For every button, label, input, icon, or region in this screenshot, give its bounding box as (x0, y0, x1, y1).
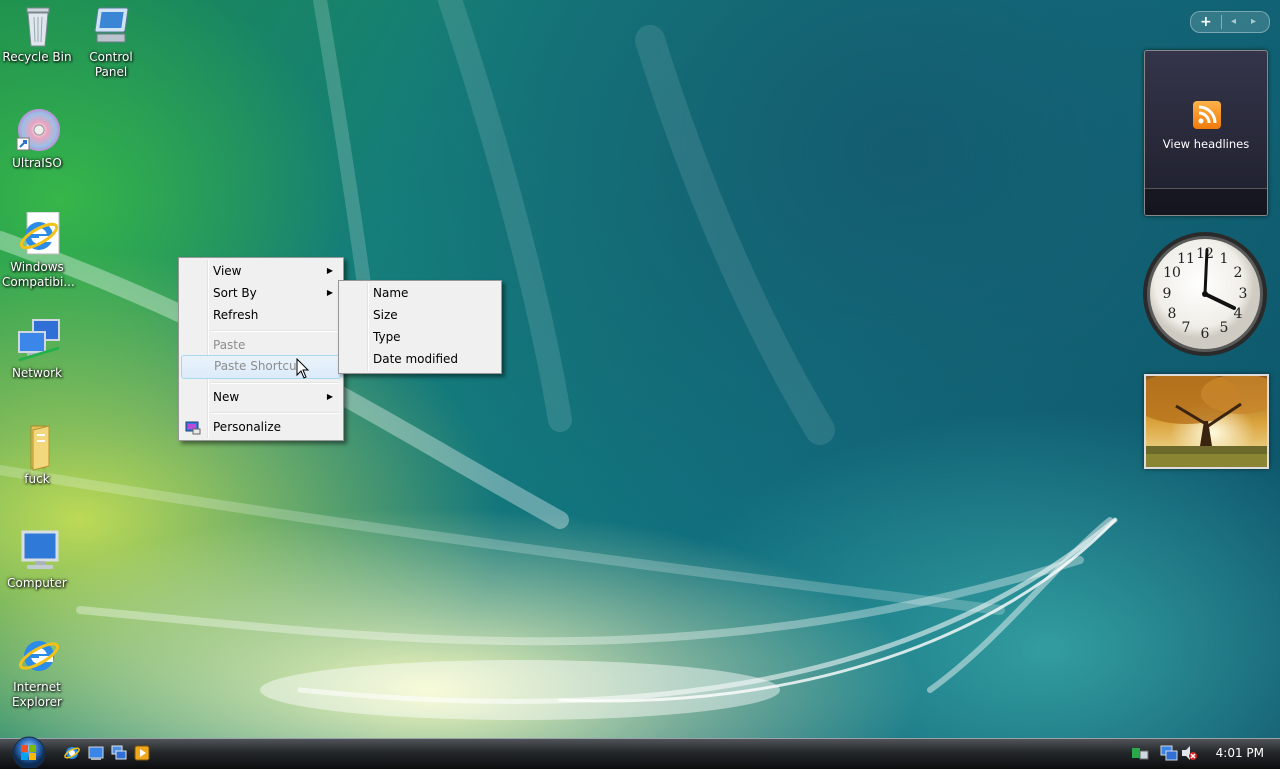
menu-separator (211, 330, 339, 332)
desktop-icon-windows-compatibility[interactable]: Windows Compatibi... (0, 211, 75, 290)
recycle-bin-icon (15, 2, 59, 47)
sort-by-submenu: Name Size Type Date modified (338, 280, 502, 374)
menu-item-refresh[interactable]: Refresh (181, 304, 341, 326)
mouse-cursor-icon (296, 358, 310, 379)
desktop-icon-label: fuck (24, 472, 50, 486)
clock-numeral: 1 (1220, 251, 1229, 267)
submenu-arrow-icon: ▶ (326, 266, 333, 275)
internet-explorer-quicklaunch-icon[interactable] (64, 745, 80, 761)
submenu-item-date-modified[interactable]: Date modified (341, 348, 499, 370)
desktop-icon-network[interactable]: Network (0, 318, 74, 381)
menu-item-label: Refresh (213, 308, 259, 322)
desktop-icon-label: Computer (7, 576, 67, 590)
clock-gadget[interactable]: 12 1 2 3 4 5 6 7 8 9 10 11 (1142, 232, 1270, 360)
clock-minute-hand (1203, 248, 1209, 296)
rss-feed-icon (1193, 101, 1221, 129)
personalize-icon (185, 420, 201, 435)
volume-muted-icon[interactable] (1180, 744, 1198, 762)
desktop-icon-computer[interactable]: Computer (0, 528, 74, 591)
desktop-icon-label: Internet Explorer (12, 680, 62, 709)
menu-item-personalize[interactable]: Personalize (181, 416, 341, 438)
clock-numeral: 2 (1234, 265, 1243, 281)
menu-item-label: Paste (213, 338, 246, 352)
desktop-icon-label: Recycle Bin (2, 50, 72, 64)
show-desktop-icon[interactable] (88, 745, 104, 761)
menu-separator (211, 382, 339, 384)
menu-item-label: Paste Shortcut (214, 359, 302, 373)
disc-icon (15, 108, 60, 152)
menu-item-label: Type (373, 330, 401, 344)
safely-remove-hardware-icon[interactable] (1130, 744, 1150, 762)
menu-item-label: View (213, 264, 242, 278)
add-gadget-button[interactable]: + (1200, 12, 1212, 32)
menu-item-paste-shortcut[interactable]: Paste Shortcut (181, 355, 341, 379)
slideshow-gadget[interactable] (1144, 374, 1269, 469)
menu-item-sort-by[interactable]: Sort By ▶ (181, 282, 341, 304)
desktop-icon-label: Control Panel (89, 50, 133, 79)
submenu-item-name[interactable]: Name (341, 282, 499, 304)
desktop-icon-ultraiso[interactable]: UltraISO (0, 108, 74, 171)
menu-item-label: New (213, 390, 240, 404)
desktop-context-menu: View ▶ Sort By ▶ Refresh Paste Paste Sho… (178, 257, 344, 441)
desktop-icon-label: Windows Compatibi... (2, 260, 75, 289)
menu-item-view[interactable]: View ▶ (181, 260, 341, 282)
desktop-icon-recycle-bin[interactable]: Recycle Bin (0, 2, 74, 65)
start-button[interactable] (8, 734, 50, 768)
network-status-icon[interactable] (1160, 744, 1178, 762)
clock-numeral: 7 (1182, 320, 1191, 336)
clock-numeral: 3 (1239, 286, 1248, 302)
menu-item-paste[interactable]: Paste (181, 334, 341, 356)
menu-item-new[interactable]: New ▶ (181, 386, 341, 408)
divider (1221, 15, 1222, 29)
sidebar-controls: + ◂ ▸ (1190, 11, 1270, 33)
taskbar (0, 738, 1280, 769)
clock-numeral: 6 (1201, 326, 1210, 342)
feed-headlines-gadget[interactable]: View headlines (1144, 50, 1268, 216)
submenu-arrow-icon: ▶ (326, 288, 333, 297)
desktop-icon-folder[interactable]: fuck (0, 424, 74, 487)
desktop-icon-label: UltraISO (12, 156, 62, 170)
clock-numeral: 5 (1220, 320, 1229, 336)
clock-numeral: 12 (1196, 246, 1214, 262)
feed-footer-bar (1145, 188, 1267, 215)
control-panel-icon (89, 2, 133, 46)
menu-separator (211, 412, 339, 414)
clock-numeral: 10 (1163, 265, 1181, 281)
menu-item-label: Date modified (373, 352, 459, 366)
media-player-icon[interactable] (134, 745, 150, 761)
taskbar-clock[interactable]: 4:01 PM (1216, 746, 1264, 760)
clock-numeral: 11 (1177, 251, 1195, 267)
submenu-item-type[interactable]: Type (341, 326, 499, 348)
menu-item-label: Name (373, 286, 409, 300)
folder-icon (15, 424, 59, 471)
desktop-icon-internet-explorer[interactable]: Internet Explorer (0, 632, 74, 710)
previous-page-button[interactable]: ◂ (1231, 12, 1236, 32)
desktop-icon-label: Network (11, 366, 63, 380)
menu-item-label: Sort By (213, 286, 257, 300)
submenu-arrow-icon: ▶ (326, 392, 333, 401)
computer-icon (15, 528, 59, 572)
desktop-icon-control-panel[interactable]: Control Panel (74, 2, 148, 80)
menu-item-label: Size (373, 308, 398, 322)
next-page-button[interactable]: ▸ (1251, 12, 1256, 32)
clock-numeral: 8 (1168, 306, 1177, 322)
internet-explorer-icon (15, 211, 60, 256)
submenu-item-size[interactable]: Size (341, 304, 499, 326)
switch-windows-icon[interactable] (111, 745, 127, 761)
menu-item-label: Personalize (213, 420, 282, 434)
view-headlines-label: View headlines (1162, 137, 1250, 151)
autumn-tree-photo (1146, 376, 1267, 467)
network-icon (15, 318, 60, 362)
clock-numeral: 9 (1163, 286, 1172, 302)
internet-explorer-icon (15, 632, 60, 676)
